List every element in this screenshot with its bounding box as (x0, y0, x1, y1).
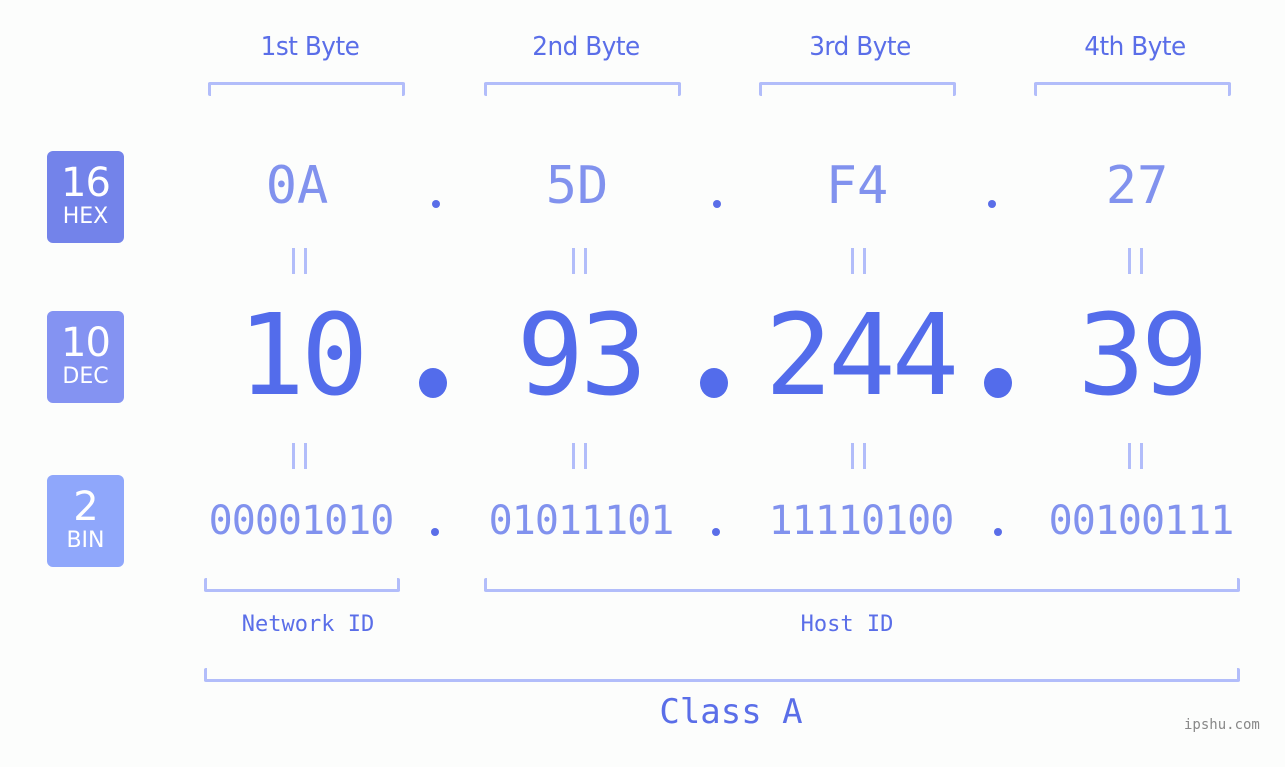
host-id-bracket (484, 578, 1240, 592)
bin-badge-label: BIN (66, 528, 105, 553)
dec-separator-1 (419, 368, 447, 398)
equals-icon (292, 248, 307, 274)
hex-separator-3 (988, 200, 996, 208)
dec-value-1: 10 (237, 291, 369, 421)
hex-badge-base: 16 (61, 160, 111, 206)
equals-icon (851, 248, 866, 274)
dec-badge: 10 DEC (47, 311, 124, 403)
bin-value-3: 11110100 (768, 498, 955, 544)
byte-header-2: 2nd Byte (532, 32, 640, 62)
hex-separator-1 (432, 200, 440, 208)
equals-icon (1128, 443, 1143, 469)
dec-badge-label: DEC (62, 364, 109, 389)
bin-badge: 2 BIN (47, 475, 124, 567)
bin-separator-1 (431, 528, 439, 536)
dec-value-4: 39 (1077, 291, 1209, 421)
hex-value-4: 27 (1105, 156, 1169, 216)
equals-icon (1128, 248, 1143, 274)
dec-separator-2 (700, 368, 728, 398)
byte-bracket-4 (1034, 82, 1231, 96)
watermark: ipshu.com (1184, 717, 1260, 733)
hex-badge: 16 HEX (47, 151, 124, 243)
byte-bracket-1 (208, 82, 405, 96)
class-bracket (204, 668, 1240, 682)
host-id-label: Host ID (800, 612, 894, 637)
network-id-label: Network ID (241, 612, 375, 637)
network-id-bracket (204, 578, 400, 592)
hex-value-3: F4 (825, 156, 889, 216)
equals-icon (572, 443, 587, 469)
dec-separator-3 (984, 368, 1012, 398)
equals-icon (572, 248, 587, 274)
hex-value-2: 5D (545, 156, 609, 216)
hex-badge-label: HEX (62, 204, 109, 229)
byte-bracket-2 (484, 82, 681, 96)
ip-class-label: Class A (659, 692, 803, 732)
bin-badge-base: 2 (73, 484, 98, 530)
hex-value-1: 0A (265, 156, 329, 216)
dec-value-3: 244 (764, 291, 959, 421)
bin-separator-2 (712, 528, 720, 536)
bin-value-2: 01011101 (488, 498, 675, 544)
bin-value-4: 00100111 (1048, 498, 1235, 544)
bin-separator-3 (994, 528, 1002, 536)
dec-badge-base: 10 (61, 320, 111, 366)
equals-icon (851, 443, 866, 469)
dec-value-2: 93 (516, 291, 648, 421)
byte-header-4: 4th Byte (1084, 32, 1186, 62)
bin-value-1: 00001010 (208, 498, 395, 544)
byte-header-3: 3rd Byte (809, 32, 911, 62)
byte-bracket-3 (759, 82, 956, 96)
equals-icon (292, 443, 307, 469)
hex-separator-2 (713, 200, 721, 208)
byte-header-1: 1st Byte (260, 32, 360, 62)
